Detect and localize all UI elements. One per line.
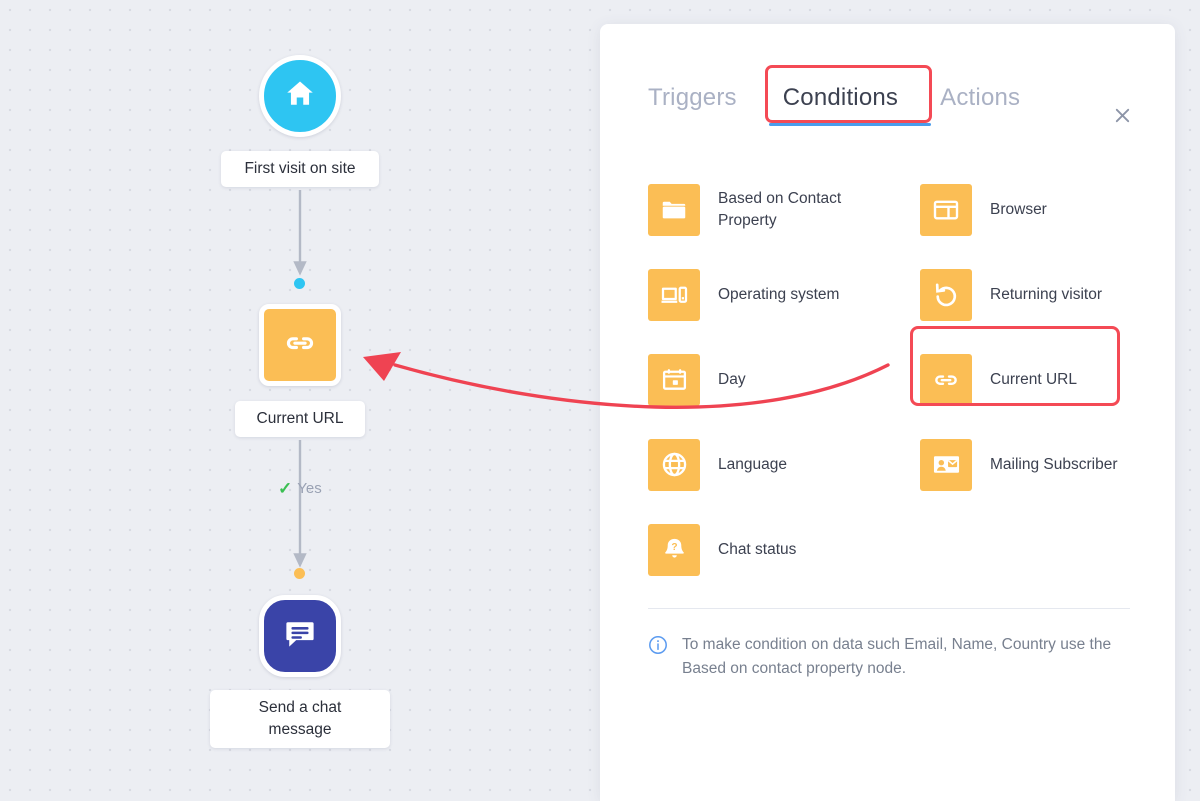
condition-label: Operating system <box>718 285 840 303</box>
condition-operating-system[interactable]: Operating system <box>648 252 920 337</box>
node-label-send-chat-message: Send a chat message <box>210 690 390 748</box>
link-icon <box>282 325 318 366</box>
condition-day[interactable]: Day <box>648 337 920 422</box>
branch-label-text: Yes <box>297 480 322 497</box>
branch-label-yes: ✓ Yes <box>278 480 322 497</box>
info-note-text: To make condition on data such Email, Na… <box>682 636 1112 678</box>
condition-mailing-subscriber[interactable]: Mailing Subscriber <box>920 422 1138 507</box>
condition-based-on-contact-property[interactable]: Based on Contact Property <box>648 167 920 252</box>
node-send-chat-message[interactable] <box>259 595 341 677</box>
info-icon <box>648 635 668 655</box>
check-icon: ✓ <box>278 479 293 498</box>
calendar-icon <box>648 353 700 406</box>
condition-label: Based on Contact Property <box>718 190 842 229</box>
conditions-grid: Based on Contact Property Browser Operat… <box>648 167 1138 592</box>
workflow-flowchart: First visit on site Current URL ✓ Yes Se… <box>0 0 600 801</box>
refresh-back-icon <box>920 268 972 321</box>
section-divider <box>648 608 1130 609</box>
info-note: To make condition on data such Email, Na… <box>648 633 1128 681</box>
browser-icon <box>920 183 972 236</box>
condition-chat-status[interactable]: ? Chat status <box>648 507 920 592</box>
node-first-visit[interactable] <box>259 55 341 137</box>
folder-icon <box>648 183 700 236</box>
tab-actions[interactable]: Actions <box>940 72 1020 124</box>
condition-label: Mailing Subscriber <box>990 455 1118 473</box>
condition-language[interactable]: Language <box>648 422 920 507</box>
contact-card-icon <box>920 438 972 491</box>
condition-label: Language <box>718 455 787 473</box>
globe-icon <box>648 438 700 491</box>
condition-label: Current URL <box>990 370 1077 388</box>
svg-text:?: ? <box>671 542 677 553</box>
connector-dot-orange <box>294 568 305 579</box>
condition-label: Returning visitor <box>990 285 1102 303</box>
condition-label: Day <box>718 370 746 388</box>
link-icon <box>920 353 972 406</box>
panel-tabs: Triggers Conditions Actions <box>648 72 1020 124</box>
connector-dot-blue <box>294 278 305 289</box>
condition-returning-visitor[interactable]: Returning visitor <box>920 252 1138 337</box>
home-icon <box>283 77 317 116</box>
condition-label: Browser <box>990 200 1047 218</box>
conditions-panel: Triggers Conditions Actions Based on Con… <box>600 24 1175 801</box>
condition-current-url[interactable]: Current URL <box>920 337 1138 422</box>
node-label-first-visit: First visit on site <box>221 151 379 187</box>
node-current-url[interactable] <box>259 304 341 386</box>
active-tab-underline <box>769 123 931 126</box>
condition-browser[interactable]: Browser <box>920 167 1138 252</box>
app-canvas: First visit on site Current URL ✓ Yes Se… <box>0 0 1200 801</box>
condition-label: Chat status <box>718 540 797 558</box>
tab-conditions[interactable]: Conditions <box>765 72 916 124</box>
chat-message-icon <box>281 615 319 658</box>
devices-icon <box>648 268 700 321</box>
tab-triggers[interactable]: Triggers <box>648 72 737 124</box>
node-label-current-url: Current URL <box>235 401 365 437</box>
close-icon[interactable] <box>1107 100 1137 130</box>
bell-question-icon: ? <box>648 523 700 576</box>
